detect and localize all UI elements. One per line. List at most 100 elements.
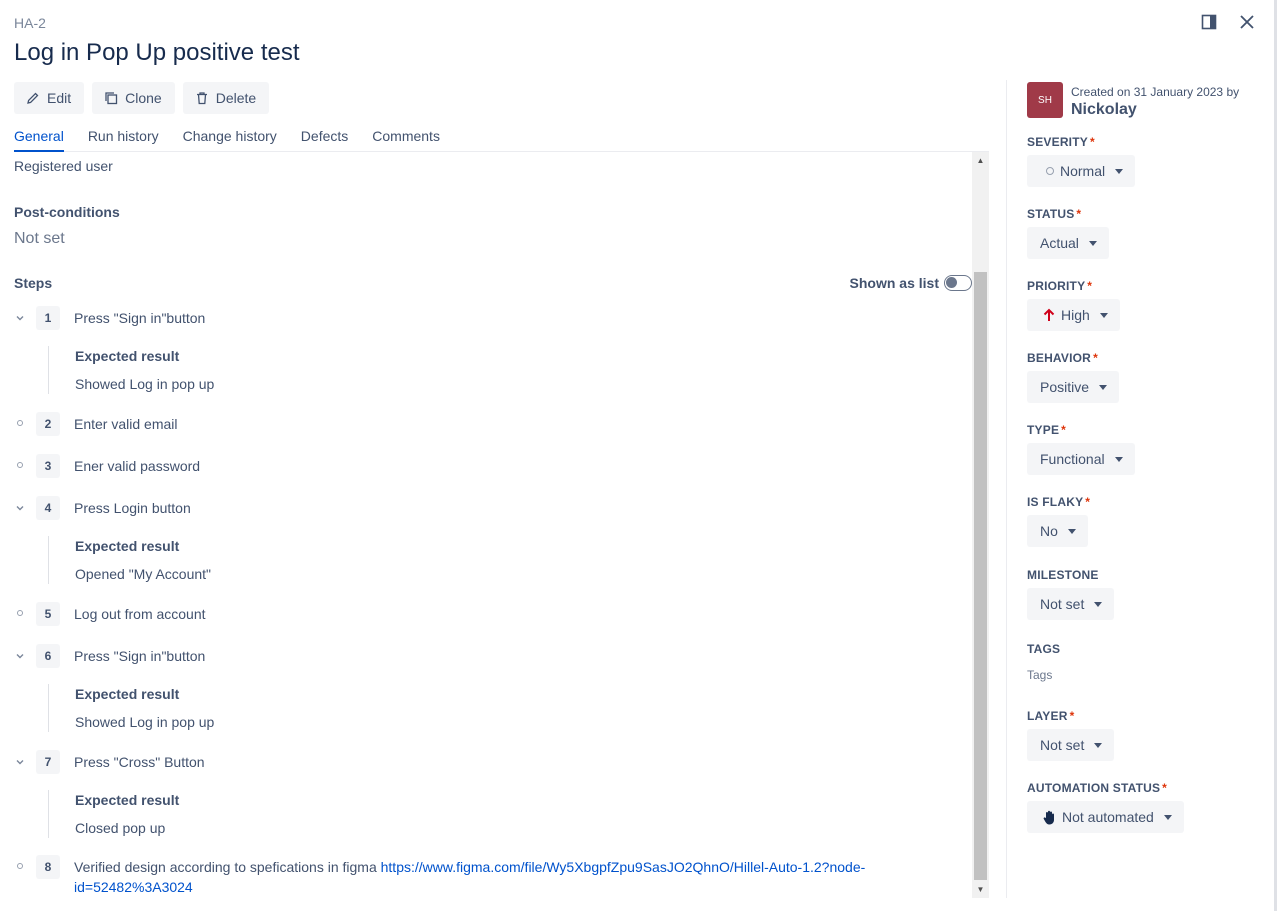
behavior-dropdown[interactable]: Positive xyxy=(1027,371,1120,403)
severity-dropdown[interactable]: Normal xyxy=(1027,155,1136,187)
behavior-label: BEHAVIOR xyxy=(1027,351,1092,365)
case-key: HA-2 xyxy=(14,15,46,31)
step-number: 1 xyxy=(36,306,60,330)
is-flaky-field: IS FLAKY * No xyxy=(1027,495,1090,547)
chevron-down-icon[interactable] xyxy=(14,308,26,328)
avatar: SH xyxy=(1027,82,1063,118)
expected-result: Expected result Closed pop up xyxy=(48,790,548,838)
chevron-down-icon[interactable] xyxy=(14,752,26,772)
step-number: 3 xyxy=(36,454,60,478)
behavior-value: Positive xyxy=(1040,379,1090,395)
expected-result-value: Opened "My Account" xyxy=(75,566,212,582)
status-field: STATUS * Actual xyxy=(1027,207,1109,259)
clone-button[interactable]: Clone xyxy=(92,82,175,114)
milestone-value: Not set xyxy=(1040,596,1085,612)
edit-button[interactable]: Edit xyxy=(14,82,85,114)
step-action: Press "Cross" Button xyxy=(74,754,205,770)
required-mark: * xyxy=(1061,423,1067,437)
milestone-label: MILESTONE xyxy=(1027,568,1099,582)
creator-info: SH Created on 31 January 2023 by Nickola… xyxy=(1027,82,1257,119)
bullet-dot-icon xyxy=(14,857,26,877)
severity-label: SEVERITY xyxy=(1027,135,1088,149)
expected-result-label: Expected result xyxy=(75,792,180,808)
chevron-down-icon[interactable] xyxy=(14,498,26,518)
general-content: Registered user Post-conditions Not set … xyxy=(14,152,972,898)
is-flaky-dropdown[interactable]: No xyxy=(1027,515,1088,547)
layer-field: LAYER * Not set xyxy=(1027,709,1115,761)
expected-result: Expected result Showed Log in pop up xyxy=(48,346,548,394)
milestone-dropdown[interactable]: Not set xyxy=(1027,588,1115,620)
panel-icon[interactable] xyxy=(1199,12,1219,32)
is-flaky-label: IS FLAKY xyxy=(1027,495,1084,509)
trash-icon xyxy=(196,92,207,105)
caret-down-icon xyxy=(1163,814,1172,820)
delete-button-label: Delete xyxy=(215,90,257,106)
required-mark: * xyxy=(1162,781,1168,795)
required-mark: * xyxy=(1085,495,1091,509)
required-mark: * xyxy=(1069,709,1075,723)
toolbar: Edit Clone Delete xyxy=(14,82,270,114)
caret-down-icon xyxy=(1094,601,1103,607)
status-label: STATUS xyxy=(1027,207,1075,221)
hand-icon xyxy=(1043,810,1054,824)
type-label: TYPE xyxy=(1027,423,1060,437)
content-scrollbar[interactable]: ▲ ▼ xyxy=(972,152,989,898)
required-mark: * xyxy=(1076,207,1082,221)
expected-result-label: Expected result xyxy=(75,538,180,554)
expected-result-label: Expected result xyxy=(75,348,180,364)
tags-field: TAGS Tags xyxy=(1027,642,1060,682)
required-mark: * xyxy=(1089,135,1095,149)
layer-value: Not set xyxy=(1040,737,1085,753)
caret-down-icon xyxy=(1099,312,1108,318)
steps-label: Steps xyxy=(14,275,53,291)
step-action: Ener valid password xyxy=(74,458,201,474)
status-dropdown[interactable]: Actual xyxy=(1027,227,1109,259)
automation-status-label: AUTOMATION STATUS xyxy=(1027,781,1161,795)
tags-input[interactable]: Tags xyxy=(1027,668,1060,682)
tab-general[interactable]: General xyxy=(14,128,64,152)
automation-status-dropdown[interactable]: Not automated xyxy=(1027,801,1184,833)
scroll-up-arrow-icon[interactable]: ▲ xyxy=(972,152,989,169)
caret-down-icon xyxy=(1094,742,1103,748)
window-controls xyxy=(1199,12,1257,32)
step-action: Log out from account xyxy=(74,606,206,622)
step-number: 6 xyxy=(36,644,60,668)
close-icon[interactable] xyxy=(1237,12,1257,32)
automation-status-field: AUTOMATION STATUS * Not automated xyxy=(1027,781,1184,833)
expected-result-value: Closed pop up xyxy=(75,820,166,836)
severity-value: Normal xyxy=(1060,163,1106,179)
tab-change-history[interactable]: Change history xyxy=(183,128,277,152)
priority-label: PRIORITY xyxy=(1027,279,1086,293)
clone-button-label: Clone xyxy=(125,90,162,106)
shown-as-list: Shown as list xyxy=(850,275,972,291)
scrollbar-thumb[interactable] xyxy=(974,272,987,880)
is-flaky-value: No xyxy=(1040,523,1058,539)
tags-label: TAGS xyxy=(1027,642,1061,656)
required-mark: * xyxy=(1087,279,1093,293)
details-sidebar: SH Created on 31 January 2023 by Nickola… xyxy=(1027,82,1257,833)
type-dropdown[interactable]: Functional xyxy=(1027,443,1135,475)
expected-result-value: Showed Log in pop up xyxy=(75,376,215,392)
expected-result: Expected result Showed Log in pop up xyxy=(48,684,548,732)
shown-as-list-toggle[interactable] xyxy=(944,275,972,291)
caret-down-icon xyxy=(1115,168,1124,174)
shown-as-list-label: Shown as list xyxy=(849,275,939,291)
chevron-down-icon[interactable] xyxy=(14,646,26,666)
step-number: 2 xyxy=(36,412,60,436)
scroll-down-arrow-icon[interactable]: ▼ xyxy=(972,881,989,898)
tab-comments[interactable]: Comments xyxy=(372,128,440,152)
postconditions-value: Not set xyxy=(14,230,65,247)
author-name: Nickolay xyxy=(1071,101,1137,118)
step-action: Verified design according to spefication… xyxy=(74,857,904,897)
layer-label: LAYER xyxy=(1027,709,1068,723)
caret-down-icon xyxy=(1088,240,1097,246)
copy-icon xyxy=(105,92,118,105)
priority-dropdown[interactable]: High xyxy=(1027,299,1120,331)
caret-down-icon xyxy=(1067,528,1076,534)
tab-run-history[interactable]: Run history xyxy=(88,128,159,152)
step-action: Press "Sign in"button xyxy=(74,310,206,326)
tab-defects[interactable]: Defects xyxy=(301,128,348,152)
delete-button[interactable]: Delete xyxy=(182,82,270,114)
layer-dropdown[interactable]: Not set xyxy=(1027,729,1115,761)
tab-bar: General Run history Change history Defec… xyxy=(14,128,989,152)
